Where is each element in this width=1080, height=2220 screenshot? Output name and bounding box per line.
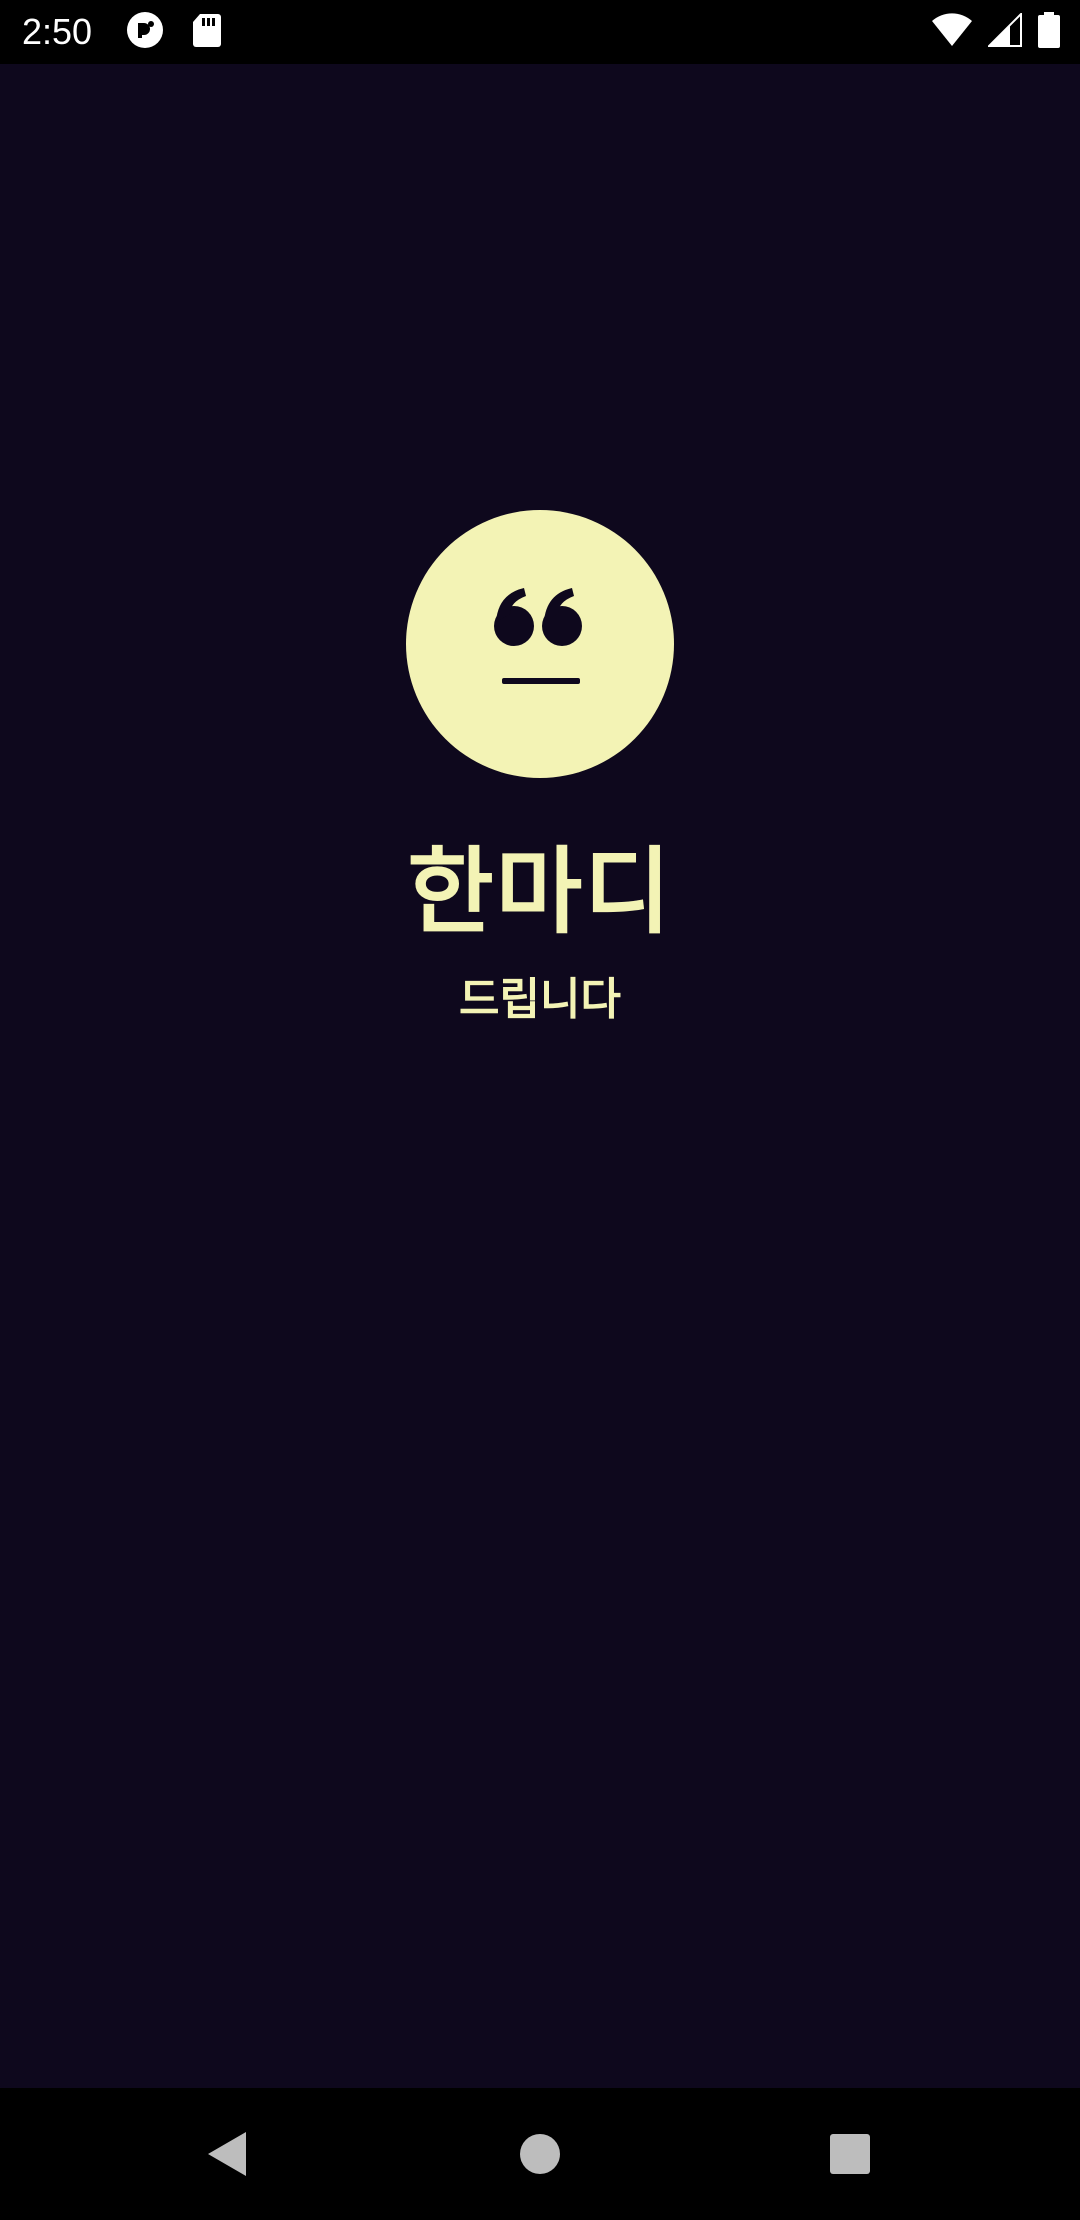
back-icon: [208, 2132, 246, 2176]
splash-screen: 2:50 한마디 드립니다: [0, 0, 1080, 2220]
home-icon: [520, 2134, 560, 2174]
recents-icon: [830, 2134, 870, 2174]
battery-icon: [1038, 12, 1060, 52]
back-button[interactable]: [186, 2112, 270, 2196]
pocket-casts-icon: [126, 11, 164, 53]
cell-signal-icon: [986, 11, 1022, 51]
recents-button[interactable]: [808, 2112, 892, 2196]
quote-mark-icon: [494, 588, 582, 684]
navigation-bar: [0, 2088, 1080, 2220]
app-subtitle: 드립니다: [459, 974, 621, 1025]
wifi-icon: [932, 13, 972, 51]
home-button[interactable]: [498, 2112, 582, 2196]
status-system-icons: [932, 11, 1060, 52]
status-time: 2:50: [22, 11, 93, 52]
sd-card-icon: [192, 12, 222, 52]
app-title: 한마디: [407, 838, 673, 947]
status-notification-icons: [126, 11, 222, 53]
status-bar: 2:50: [0, 0, 1080, 64]
app-logo: [406, 510, 674, 778]
